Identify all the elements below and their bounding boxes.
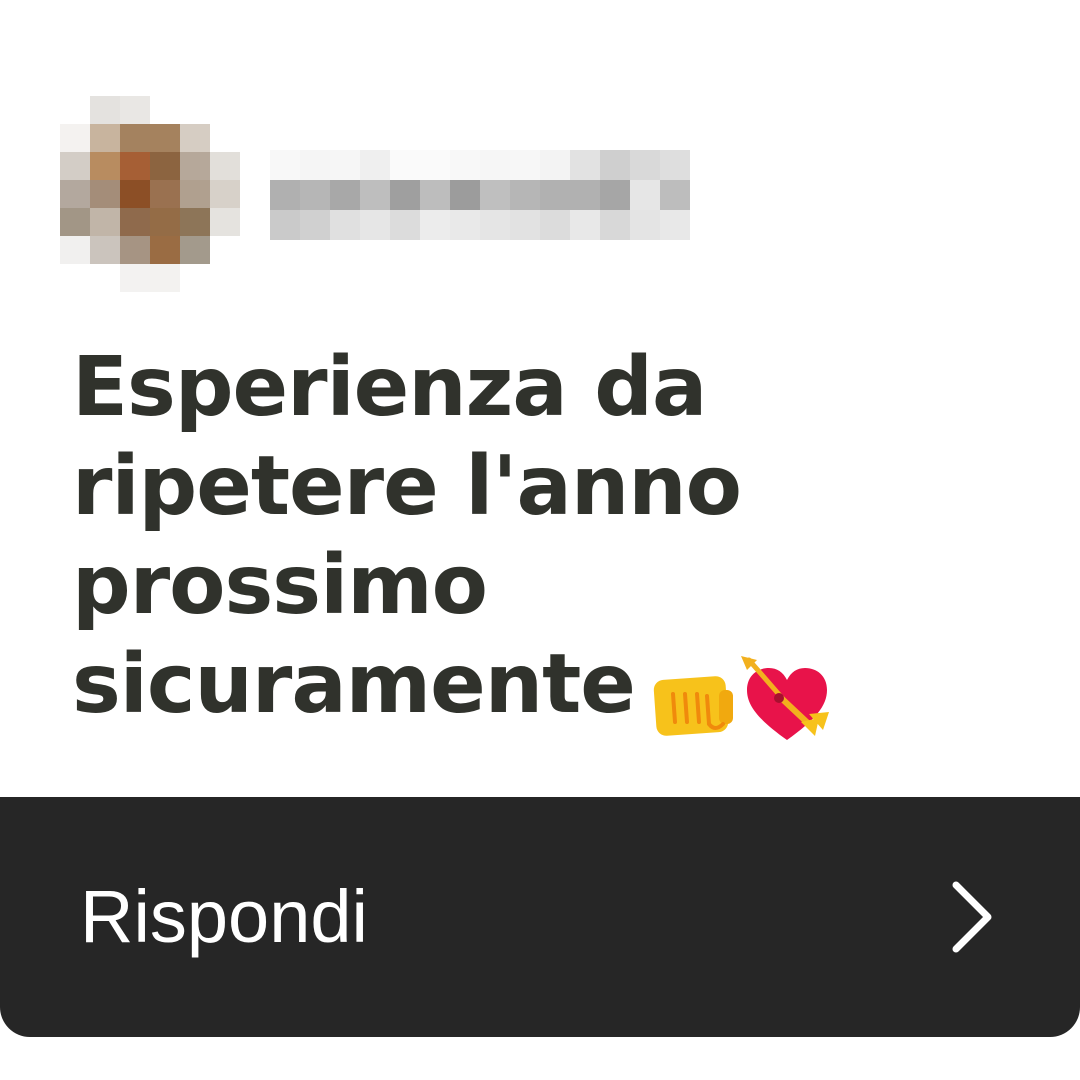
avatar-pixel (120, 124, 150, 152)
avatar-pixel (180, 124, 210, 152)
avatar-pixel (210, 152, 240, 180)
reply-button[interactable]: Rispondi (0, 797, 1080, 1037)
avatar-pixel (60, 180, 90, 208)
username-pixel (450, 150, 480, 180)
message-line: ripetere l'anno (72, 439, 742, 534)
username-pixel (360, 150, 390, 180)
avatar-pixel (120, 152, 150, 180)
username-pixel (600, 180, 630, 210)
chevron-right-icon (952, 881, 992, 953)
username-pixel (360, 210, 390, 240)
username-pixel (510, 150, 540, 180)
avatar-pixel (60, 152, 90, 180)
username-pixel (540, 150, 570, 180)
avatar-pixel (90, 152, 120, 180)
avatar-pixel (180, 180, 210, 208)
username-pixel (540, 180, 570, 210)
message-text: Esperienza da ripetere l'anno prossimo s… (72, 338, 972, 752)
avatar-pixel (60, 236, 90, 264)
username-pixel (630, 210, 660, 240)
username-pixel (390, 210, 420, 240)
username-pixel (660, 210, 690, 240)
message-line: sicuramente (72, 637, 636, 732)
username-pixel (330, 180, 360, 210)
avatar-pixel (120, 208, 150, 236)
oncoming-fist-icon (653, 675, 733, 736)
avatar-pixel (210, 180, 240, 208)
username-pixel (270, 150, 300, 180)
username-pixel (270, 210, 300, 240)
avatar-pixel (120, 96, 150, 124)
reply-label: Rispondi (80, 875, 368, 958)
username-pixel (420, 150, 450, 180)
username-pixel (570, 150, 600, 180)
username-pixel (300, 180, 330, 210)
username-pixel (600, 150, 630, 180)
username-pixel (480, 210, 510, 240)
username-pixel (300, 210, 330, 240)
avatar-pixel (150, 208, 180, 236)
username-pixel (360, 180, 390, 210)
username-pixel (540, 210, 570, 240)
avatar-pixel (150, 124, 180, 152)
username-pixel (570, 210, 600, 240)
avatar-pixel (60, 208, 90, 236)
username-pixel (450, 210, 480, 240)
username-pixel (600, 210, 630, 240)
username-pixel (420, 210, 450, 240)
username-pixel (270, 180, 300, 210)
avatar[interactable] (60, 96, 240, 292)
avatar-pixel (60, 124, 90, 152)
avatar-pixel (90, 124, 120, 152)
avatar-pixel (180, 152, 210, 180)
username-pixel (390, 180, 420, 210)
avatar-pixel (180, 208, 210, 236)
username-pixel (480, 180, 510, 210)
avatar-pixel (120, 180, 150, 208)
username-pixel (630, 180, 660, 210)
avatar-pixel (90, 96, 120, 124)
username-pixel (630, 150, 660, 180)
avatar-pixel (150, 264, 180, 292)
username-pixel (510, 210, 540, 240)
username-pixel (510, 180, 540, 210)
message-line: prossimo (72, 538, 488, 633)
username-pixel (390, 150, 420, 180)
username-pixel (480, 150, 510, 180)
avatar-pixel (150, 152, 180, 180)
avatar-pixel (180, 236, 210, 264)
avatar-pixel (90, 180, 120, 208)
avatar-pixel (90, 236, 120, 264)
avatar-pixel (120, 264, 150, 292)
username-pixel (330, 210, 360, 240)
username-pixel (300, 150, 330, 180)
avatar-pixel (210, 208, 240, 236)
story-reply-card: Esperienza da ripetere l'anno prossimo s… (0, 0, 1080, 1080)
heart-with-arrow-icon (740, 655, 829, 740)
avatar-pixel (150, 236, 180, 264)
username-pixel (330, 150, 360, 180)
username-pixel (420, 180, 450, 210)
avatar-pixel (90, 208, 120, 236)
username-pixel (660, 150, 690, 180)
username-pixel (570, 180, 600, 210)
message-line: Esperienza da (72, 340, 707, 435)
username-pixel (450, 180, 480, 210)
username[interactable] (270, 150, 690, 240)
avatar-pixel (120, 236, 150, 264)
emoji-group (649, 649, 835, 752)
username-pixel (660, 180, 690, 210)
avatar-pixel (150, 180, 180, 208)
